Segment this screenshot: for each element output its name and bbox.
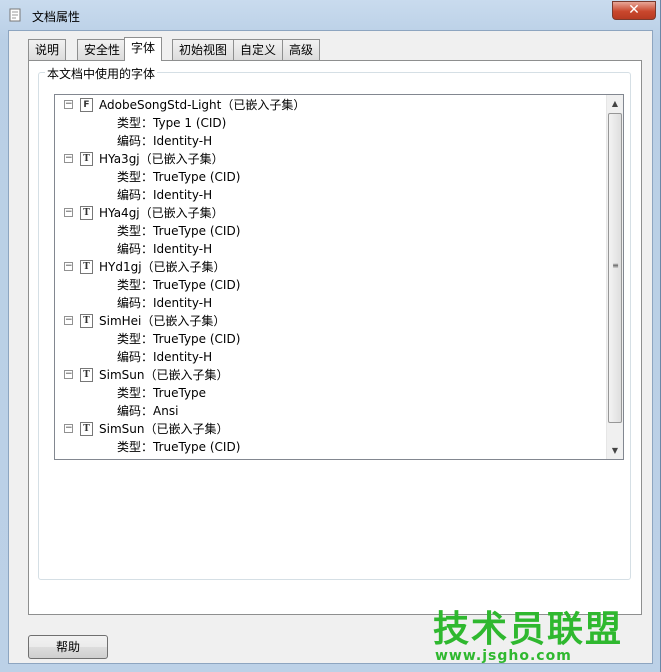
font-encoding: 编码：Identity-H [117,134,213,148]
font-encoding: 编码：Identity-H [117,296,213,310]
truetype-font-icon: T [80,206,93,220]
tab-label: 初始视图 [179,43,228,57]
tab-label: 安全性 [84,43,121,57]
font-name: SimSun（已嵌入子集） [99,422,229,436]
window-title: 文档属性 [32,10,81,24]
watermark-logo: 技术员联盟 www.jsgho.com [433,600,623,670]
font-encoding: 编码：Identity-H [117,242,213,256]
font-type: 类型：TrueType (CID) [117,332,241,346]
font-type: 类型：TrueType (CID) [117,224,241,238]
tab-initial-view[interactable]: 初始视图 [172,39,235,60]
collapse-icon[interactable]: − [64,370,73,379]
tab-advanced[interactable]: 高级 [282,39,321,60]
font-type: 类型：TrueType (CID) [117,170,241,184]
document-properties-dialog: 文档属性 ✕ 说明 安全性 字体 初始视图 自定义 高级 本文档中使用的字体 −… [0,0,661,672]
title-bar[interactable]: 文档属性 ✕ [0,0,661,30]
truetype-font-icon: T [80,422,93,436]
font-type: 类型：TrueType (CID) [117,440,241,454]
font-name: HYa4gj（已嵌入子集） [99,206,224,220]
font-encoding: 编码：Identity-H [117,188,213,202]
watermark-url: www.jsgho.com [435,648,572,664]
tab-description[interactable]: 说明 [28,39,67,60]
font-name: HYa3gj（已嵌入子集） [99,152,224,166]
collapse-icon[interactable]: − [64,424,73,433]
collapse-icon[interactable]: − [64,208,73,217]
font-encoding: 编码：Identity-H [117,350,213,364]
help-button[interactable]: 帮助 [28,635,108,659]
document-icon [9,8,21,22]
tab-label: 高级 [289,43,314,57]
collapse-icon[interactable]: − [64,316,73,325]
font-name: SimHei（已嵌入子集） [99,314,226,328]
truetype-font-icon: T [80,314,93,328]
fonts-groupbox: 本文档中使用的字体 − F AdobeSongStd-Light（已嵌入子集） … [38,65,631,580]
tab-label: 字体 [131,41,156,55]
scrollbar-thumb[interactable]: ≡ [608,113,622,423]
scroll-up-arrow-icon[interactable]: ▲ [607,95,623,112]
font-encoding: 编码：Ansi [117,404,179,418]
font-name: HYd1gj（已嵌入子集） [99,260,226,274]
font-tree[interactable]: − F AdobeSongStd-Light（已嵌入子集） 类型：Type 1 … [54,94,624,460]
font-name: AdobeSongStd-Light（已嵌入子集） [99,98,306,112]
group-title: 本文档中使用的字体 [45,65,158,82]
truetype-font-icon: T [80,152,93,166]
tab-security[interactable]: 安全性 [77,39,128,60]
vertical-scrollbar[interactable]: ▲ ≡ ▼ [606,95,623,459]
close-button[interactable]: ✕ [612,1,656,20]
grip-icon: ≡ [612,261,619,270]
scroll-down-arrow-icon[interactable]: ▼ [607,442,623,459]
font-name: SimSun（已嵌入子集） [99,368,229,382]
type1-font-icon: F [80,98,93,112]
font-type: 类型：TrueType [117,386,207,400]
collapse-icon[interactable]: − [64,100,73,109]
font-type: 类型：TrueType (CID) [117,278,241,292]
watermark-brand: 技术员联盟 [433,609,624,650]
tab-custom[interactable]: 自定义 [233,39,284,60]
font-type: 类型：Type 1 (CID) [117,116,227,130]
tab-fonts[interactable]: 字体 [124,37,163,61]
collapse-icon[interactable]: − [64,262,73,271]
close-icon: ✕ [628,2,640,18]
tab-label: 自定义 [240,43,277,57]
tab-label: 说明 [35,43,60,57]
dialog-body: 说明 安全性 字体 初始视图 自定义 高级 本文档中使用的字体 − F Adob… [8,30,653,664]
collapse-icon[interactable]: − [64,154,73,163]
fonts-tab-panel: 本文档中使用的字体 − F AdobeSongStd-Light（已嵌入子集） … [28,60,642,615]
truetype-font-icon: T [80,260,93,274]
truetype-font-icon: T [80,368,93,382]
